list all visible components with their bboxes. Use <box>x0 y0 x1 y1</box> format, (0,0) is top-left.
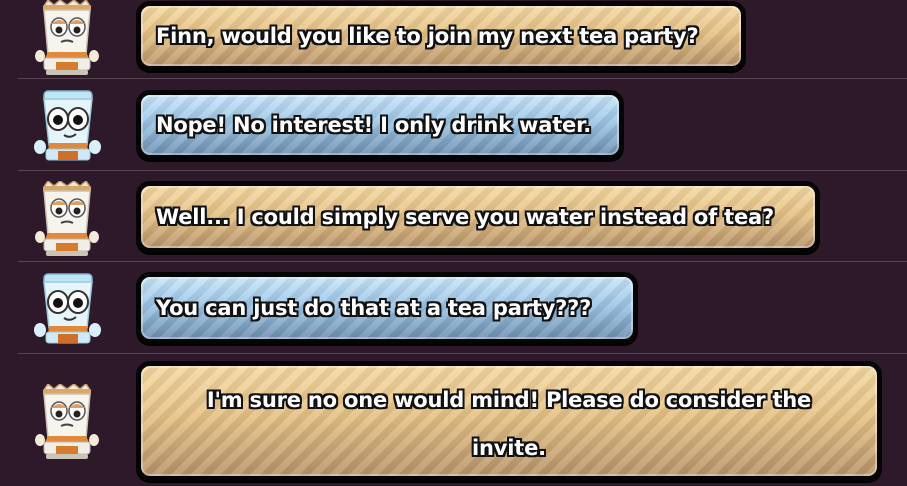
water-cup-character-icon <box>34 273 101 344</box>
chat-row: Nope! No interest! I only drink water. <box>18 79 907 169</box>
speech-bubble: Well... I could simply serve you water i… <box>136 181 820 253</box>
chat-row: You can just do that at a tea party??? <box>18 262 907 352</box>
speech-bubble: You can just do that at a tea party??? <box>136 272 638 344</box>
message-text: You can just do that at a tea party??? <box>156 296 592 320</box>
chat-row: Finn, would you like to join my next tea… <box>18 0 907 78</box>
speech-bubble: Finn, would you like to join my next tea… <box>136 1 746 71</box>
chat-row: Well... I could simply serve you water i… <box>18 171 907 261</box>
speech-bubble: Nope! No interest! I only drink water. <box>136 90 624 160</box>
message-text: Finn, would you like to join my next tea… <box>156 24 699 48</box>
message-text: Well... I could simply serve you water i… <box>156 205 774 229</box>
teacup-character-icon <box>35 0 99 75</box>
speech-bubble: I'm sure no one would mind! Please do co… <box>136 361 882 481</box>
water-cup-character-icon <box>34 90 101 161</box>
message-text: Nope! No interest! I only drink water. <box>156 113 592 137</box>
teacup-character-icon <box>35 181 99 256</box>
teacup-character-icon <box>35 384 99 459</box>
chat-row: I'm sure no one would mind! Please do co… <box>18 354 907 486</box>
message-text: I'm sure no one would mind! Please do co… <box>206 388 812 460</box>
